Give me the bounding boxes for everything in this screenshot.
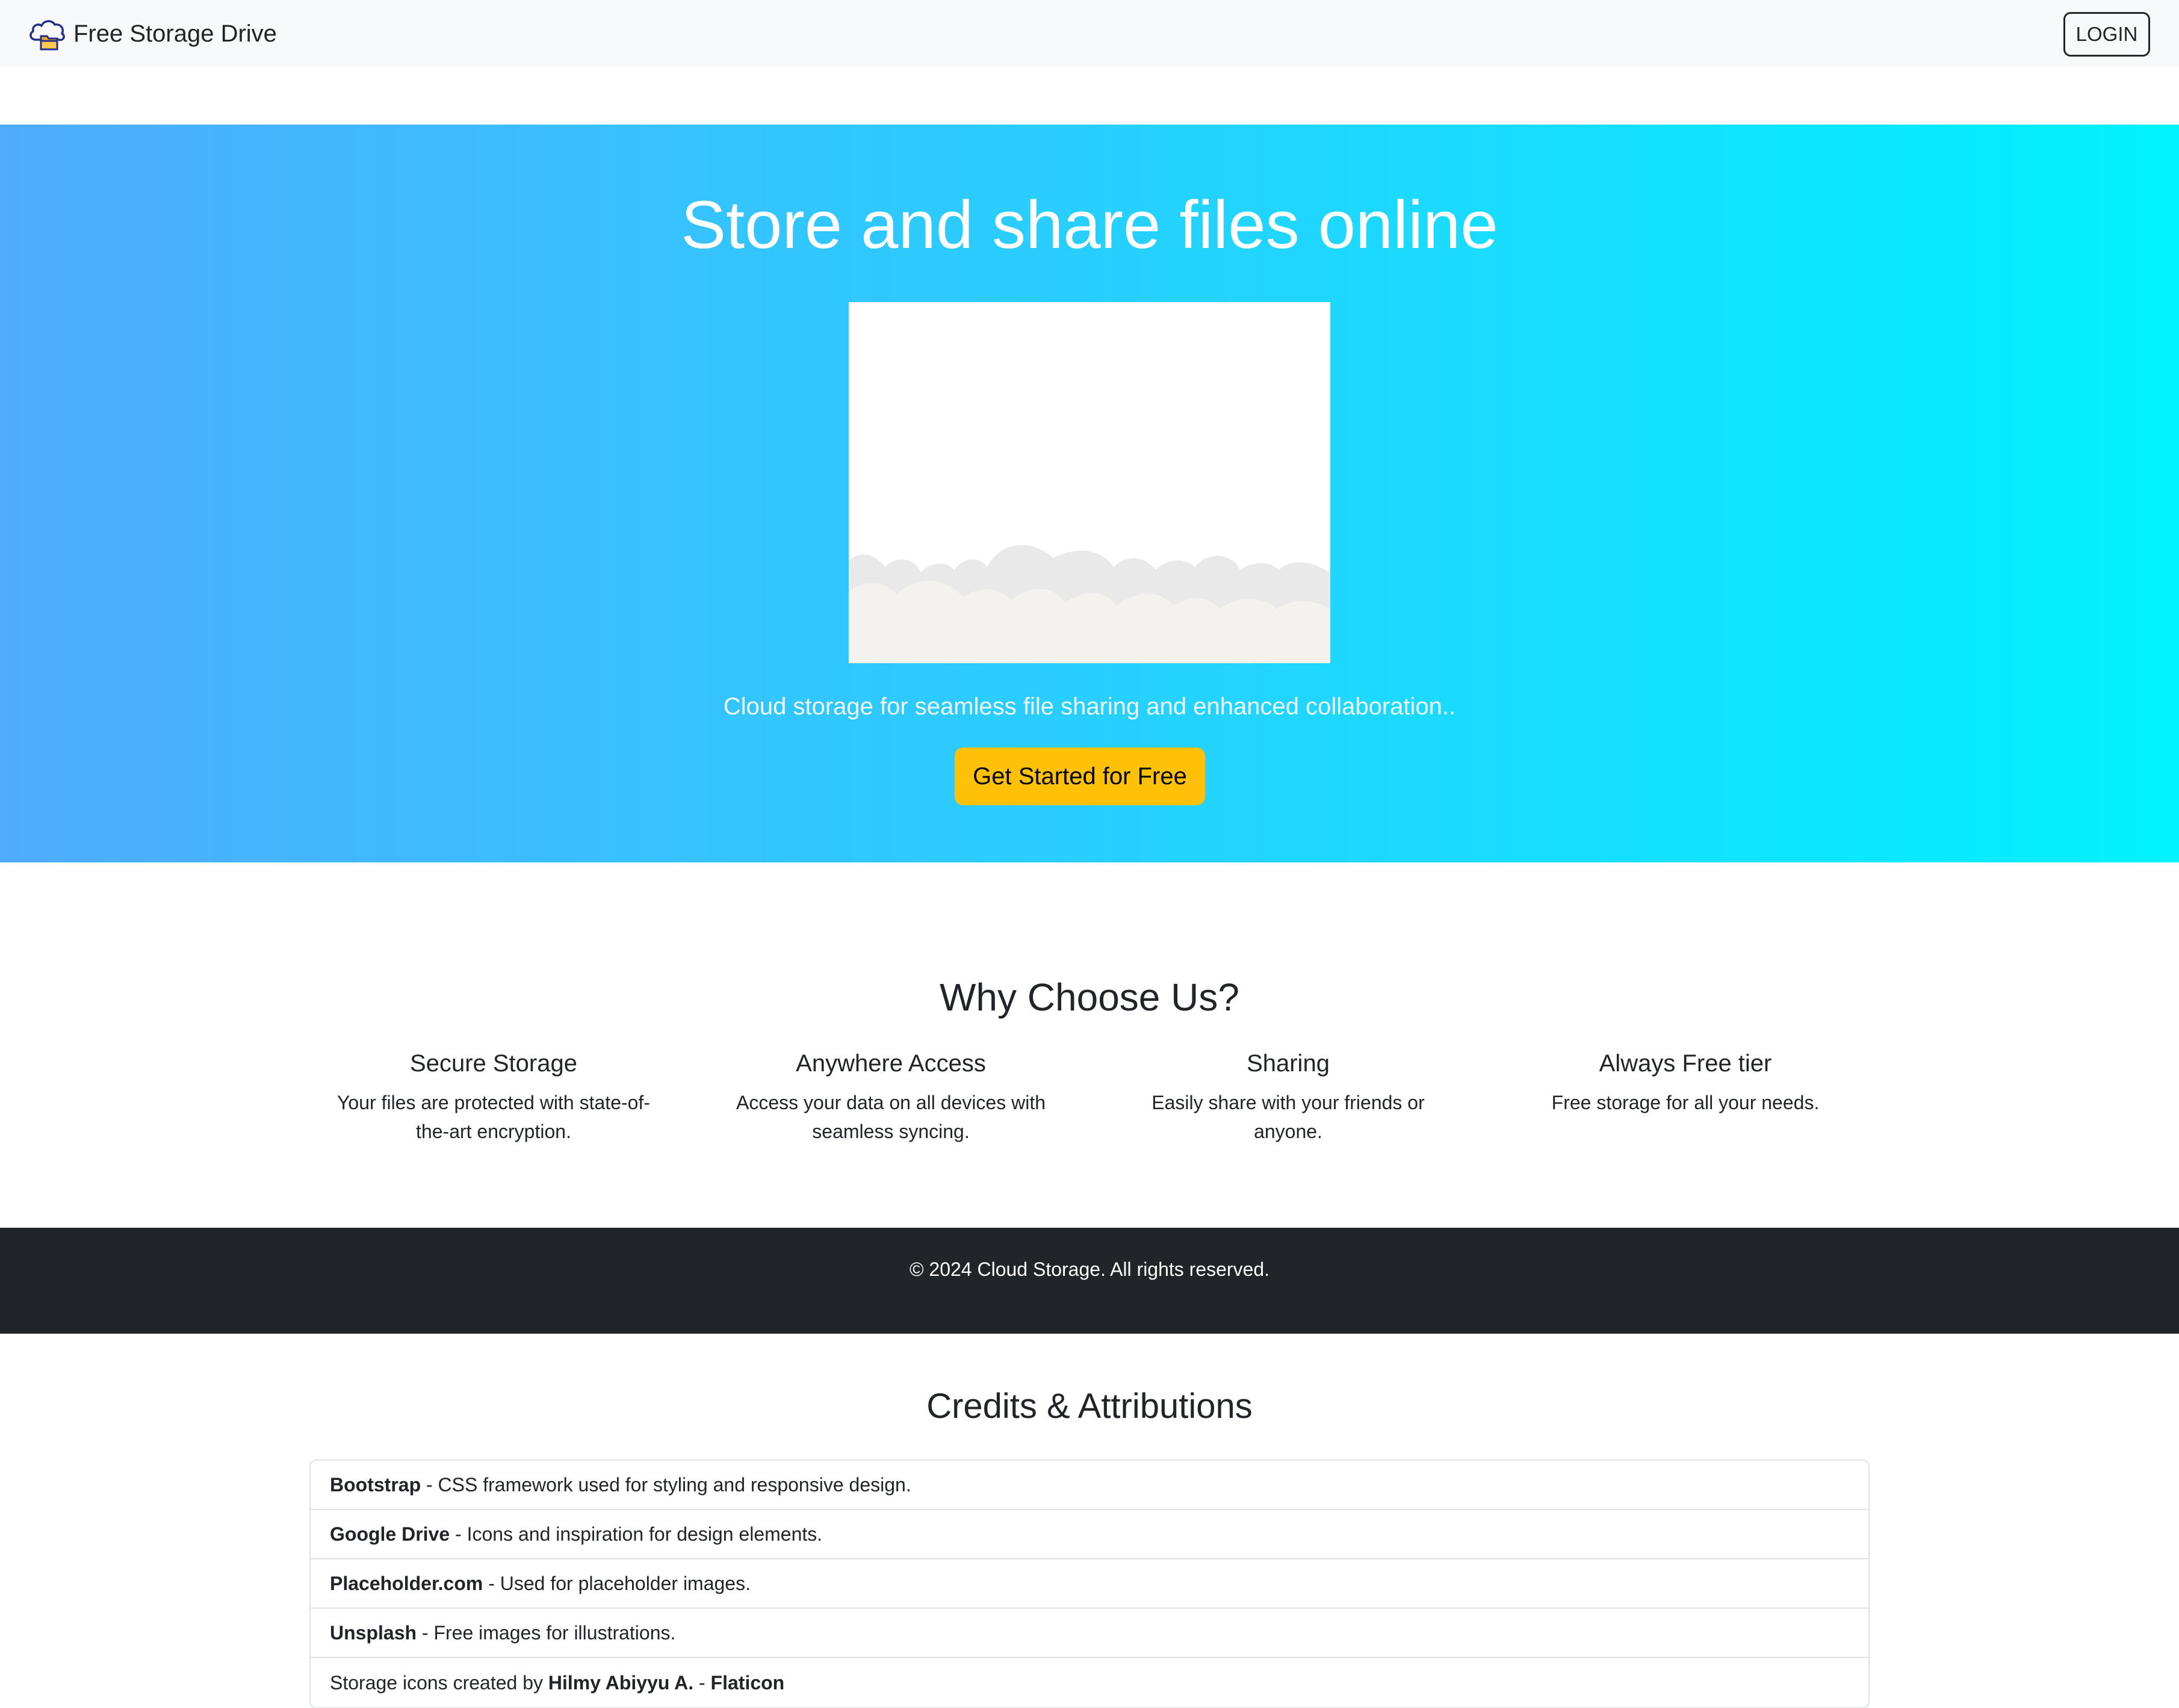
feature-always-free: Always Free tier Free storage for all yo…: [1505, 1050, 1866, 1117]
hero-subtitle: Cloud storage for seamless file sharing …: [723, 693, 1456, 720]
credits-list: Bootstrap - CSS framework used for styli…: [309, 1459, 1870, 1708]
hero-section: Store and share files online Cloud stora…: [0, 125, 2179, 862]
brand-link[interactable]: Free Storage Drive: [28, 16, 277, 52]
navbar: Free Storage Drive LOGIN: [0, 0, 2179, 67]
get-started-button[interactable]: Get Started for Free: [955, 747, 1205, 805]
credit-prefix: Storage icons created by: [330, 1671, 548, 1694]
credit-desc: - Icons and inspiration for design eleme…: [450, 1523, 823, 1545]
credit-name: Unsplash: [330, 1621, 417, 1644]
hero-title: Store and share files online: [681, 187, 1498, 262]
feature-title: Secure Storage: [410, 1050, 577, 1077]
feature-description: Access your data on all devices with sea…: [736, 1092, 1046, 1142]
feature-anywhere-access: Anywhere Access Access your data on all …: [710, 1050, 1071, 1146]
credit-desc: - CSS framework used for styling and res…: [421, 1473, 911, 1496]
hero-image: [849, 302, 1330, 663]
credit-separator: -: [693, 1671, 711, 1694]
feature-secure-storage: Secure Storage Your files are protected …: [313, 1050, 674, 1146]
credit-desc: - Used for placeholder images.: [483, 1572, 751, 1594]
list-item: Storage icons created by Hilmy Abiyyu A.…: [311, 1658, 1868, 1707]
footer: © 2024 Cloud Storage. All rights reserve…: [0, 1228, 2179, 1334]
credit-name: Bootstrap: [330, 1473, 421, 1496]
credits-title: Credits & Attributions: [926, 1387, 1253, 1426]
credit-name: Google Drive: [330, 1523, 450, 1545]
list-item: Unsplash - Free images for illustrations…: [311, 1609, 1868, 1658]
feature-sharing: Sharing Easily share with your friends o…: [1108, 1050, 1469, 1146]
author-link[interactable]: Hilmy Abiyyu A.: [548, 1672, 693, 1694]
login-button[interactable]: LOGIN: [2063, 12, 2150, 57]
credit-name: Placeholder.com: [330, 1572, 483, 1594]
feature-description: Easily share with your friends or anyone…: [1151, 1092, 1425, 1142]
feature-title: Always Free tier: [1599, 1050, 1772, 1077]
list-item: Bootstrap - CSS framework used for styli…: [311, 1461, 1868, 1510]
copyright-text: © 2024 Cloud Storage. All rights reserve…: [909, 1258, 1270, 1280]
list-item: Google Drive - Icons and inspiration for…: [311, 1510, 1868, 1559]
clouds-illustration: [849, 545, 1330, 663]
credit-desc: - Free images for illustrations.: [417, 1621, 676, 1644]
feature-description: Free storage for all your needs.: [1551, 1092, 1820, 1113]
cloud-folder-icon: [29, 20, 65, 51]
why-title: Why Choose Us?: [940, 976, 1239, 1019]
feature-description: Your files are protected with state-of-t…: [337, 1092, 650, 1142]
feature-title: Sharing: [1247, 1050, 1330, 1077]
feature-title: Anywhere Access: [796, 1050, 986, 1077]
flaticon-link[interactable]: Flaticon: [711, 1672, 785, 1694]
list-item: Placeholder.com - Used for placeholder i…: [311, 1559, 1868, 1609]
brand-name: Free Storage Drive: [73, 20, 277, 47]
